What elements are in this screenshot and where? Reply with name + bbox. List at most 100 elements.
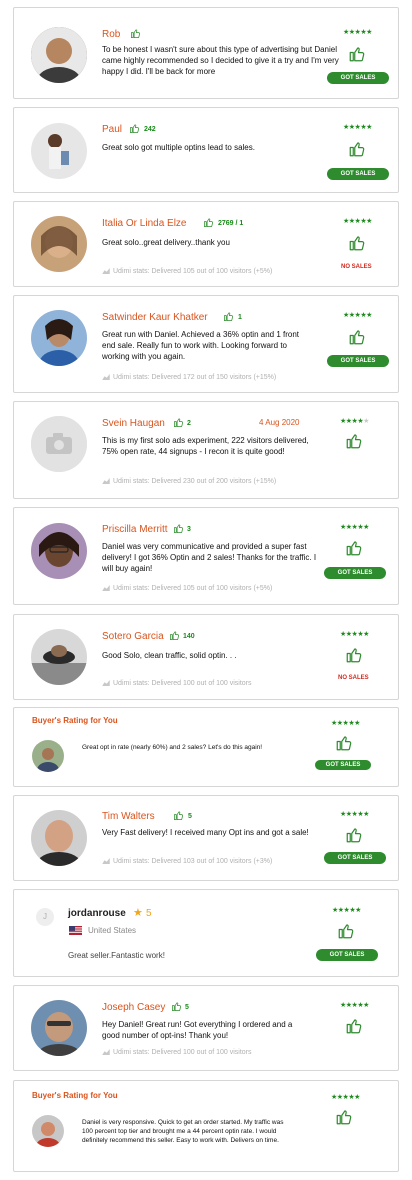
- thumbs-up-icon: [345, 432, 363, 450]
- thumbs-up-icon: [345, 1017, 363, 1035]
- thumbs-up-icon: [348, 234, 366, 252]
- avatar: [31, 216, 87, 272]
- reviewer-name[interactable]: Italia Or Linda Elze: [102, 218, 187, 229]
- star-rating: ★★★★★: [340, 417, 369, 425]
- reviewer-name[interactable]: Rob: [102, 29, 120, 40]
- star-rating: ★★★★★: [331, 720, 360, 727]
- thumbs-up-icon: [348, 328, 366, 346]
- review-card: Tim Walters 5 Very Fast delivery! I rece…: [13, 795, 399, 881]
- got-sales-badge: GOT SALES: [327, 355, 389, 367]
- star-rating-filled: ★★★★: [340, 418, 364, 425]
- review-text: This is my first solo ads experiment, 22…: [102, 436, 309, 456]
- no-sales-badge: NO SALES: [338, 675, 369, 681]
- avatar: [31, 416, 87, 472]
- star-rating: ★★★★★: [343, 218, 372, 225]
- thumbs-up-icon: [129, 123, 140, 134]
- thumbs-up-icon: [173, 417, 184, 428]
- star-rating: ★★★★★: [343, 29, 372, 36]
- udimi-stats: Udimi stats: Delivered 100 out of 100 vi…: [102, 680, 252, 687]
- thumbs-up-icon: [169, 630, 180, 641]
- star-rating: ★★★★★: [340, 811, 369, 818]
- buyer-rating-card: Buyer's Rating for You Great opt in rate…: [13, 707, 399, 787]
- avatar: [32, 740, 64, 772]
- section-title: Buyer's Rating for You: [32, 716, 118, 725]
- review-text: Daniel was very communicative and provid…: [102, 542, 317, 573]
- thumbs-up-icon: [171, 1001, 182, 1012]
- reviewer-name[interactable]: Svein Haugan: [102, 418, 165, 429]
- review-count: 242: [144, 126, 156, 133]
- review-card: Joseph Casey 5 Hey Daniel! Great run! Go…: [13, 985, 399, 1071]
- review-text: Great solo got multiple optins lead to s…: [102, 143, 255, 152]
- review-count: 2769 / 1: [218, 220, 244, 227]
- star-rating: ★★★★★: [340, 631, 369, 638]
- avatar: J: [36, 908, 54, 926]
- thumbs-up-icon: [345, 826, 363, 844]
- chart-icon: [102, 1049, 110, 1055]
- thumbs-up-icon: [348, 45, 366, 63]
- star-rating: ★★★★★: [343, 312, 372, 319]
- udimi-stats: Udimi stats: Delivered 105 out of 100 vi…: [102, 268, 272, 275]
- avatar: [31, 27, 87, 83]
- udimi-stats: Udimi stats: Delivered 172 out of 150 vi…: [102, 374, 276, 381]
- thumbs-up-icon: [223, 311, 234, 322]
- chart-icon: [102, 478, 110, 484]
- thumbs-up-icon: [345, 539, 363, 557]
- got-sales-badge: GOT SALES: [316, 949, 378, 961]
- review-text: Great solo..great delivery..thank you: [102, 238, 230, 247]
- thumbs-up-icon: [348, 140, 366, 158]
- rating-value: 5: [146, 908, 152, 919]
- review-card: Svein Haugan 2 4 Aug 2020 This is my fir…: [13, 401, 399, 499]
- star-icon: ★: [133, 907, 143, 919]
- section-title: Buyer's Rating for You: [32, 1091, 118, 1100]
- got-sales-badge: GOT SALES: [324, 852, 386, 864]
- reviewer-name[interactable]: Sotero Garcia: [102, 631, 164, 642]
- review-text: Hey Daniel! Great run! Got everything I …: [102, 1020, 293, 1040]
- review-count: 2: [187, 420, 191, 427]
- review-count: 1: [238, 314, 242, 321]
- thumbs-up-icon: [173, 523, 184, 534]
- avatar: [31, 123, 87, 179]
- chart-icon: [102, 680, 110, 686]
- got-sales-badge: GOT SALES: [324, 567, 386, 579]
- star-rating: ★★★★★: [332, 907, 361, 914]
- star-rating: ★★★★★: [343, 124, 372, 131]
- avatar: [31, 810, 87, 866]
- got-sales-badge: GOT SALES: [327, 72, 389, 84]
- country: United States: [88, 926, 137, 935]
- star-rating: ★★★★★: [340, 1002, 369, 1009]
- avatar: [32, 1115, 64, 1147]
- reviewer-name[interactable]: Joseph Casey: [102, 1002, 165, 1013]
- review-count: 5: [185, 1004, 189, 1011]
- got-sales-badge: GOT SALES: [327, 168, 389, 180]
- got-sales-badge: GOT SALES: [315, 760, 371, 770]
- udimi-stats: Udimi stats: Delivered 100 out of 100 vi…: [102, 1049, 252, 1056]
- reviewer-name[interactable]: Tim Walters: [102, 811, 155, 822]
- reviewer-name[interactable]: jordanrouse: [68, 908, 126, 919]
- udimi-stats: Udimi stats: Delivered 103 out of 100 vi…: [102, 858, 272, 865]
- us-flag-icon: [69, 926, 82, 935]
- avatar: [31, 629, 87, 685]
- chart-icon: [102, 374, 110, 380]
- chart-icon: [102, 585, 110, 591]
- thumbs-up-icon: [337, 922, 355, 940]
- star-rating: ★★★★★: [331, 1094, 360, 1101]
- review-card: Priscilla Merritt 3 Daniel was very comm…: [13, 507, 399, 605]
- thumbs-up-icon: [345, 646, 363, 664]
- avatar: [31, 310, 87, 366]
- review-text: Great seller.Fantastic work!: [68, 951, 165, 960]
- review-date: 4 Aug 2020: [259, 418, 300, 427]
- avatar: [31, 523, 87, 579]
- udimi-stats: Udimi stats: Delivered 230 out of 200 vi…: [102, 478, 276, 485]
- review-card: Satwinder Kaur Khatker 1 Great run with …: [13, 295, 399, 393]
- review-text: To be honest I wasn't sure about this ty…: [102, 45, 339, 76]
- reviewer-name[interactable]: Priscilla Merritt: [102, 524, 168, 535]
- review-text: Great run with Daniel. Achieved a 36% op…: [102, 330, 300, 361]
- reviewer-name[interactable]: Paul: [102, 124, 122, 135]
- udimi-stats: Udimi stats: Delivered 105 out of 100 vi…: [102, 585, 272, 592]
- chart-icon: [102, 268, 110, 274]
- thumbs-up-icon: [335, 734, 353, 752]
- review-text: Good Solo, clean traffic, solid optin. .…: [102, 651, 237, 660]
- review-card: Rob To be honest I wasn't sure about thi…: [13, 7, 399, 99]
- review-count: 140: [183, 633, 195, 640]
- reviewer-name[interactable]: Satwinder Kaur Khatker: [102, 312, 208, 323]
